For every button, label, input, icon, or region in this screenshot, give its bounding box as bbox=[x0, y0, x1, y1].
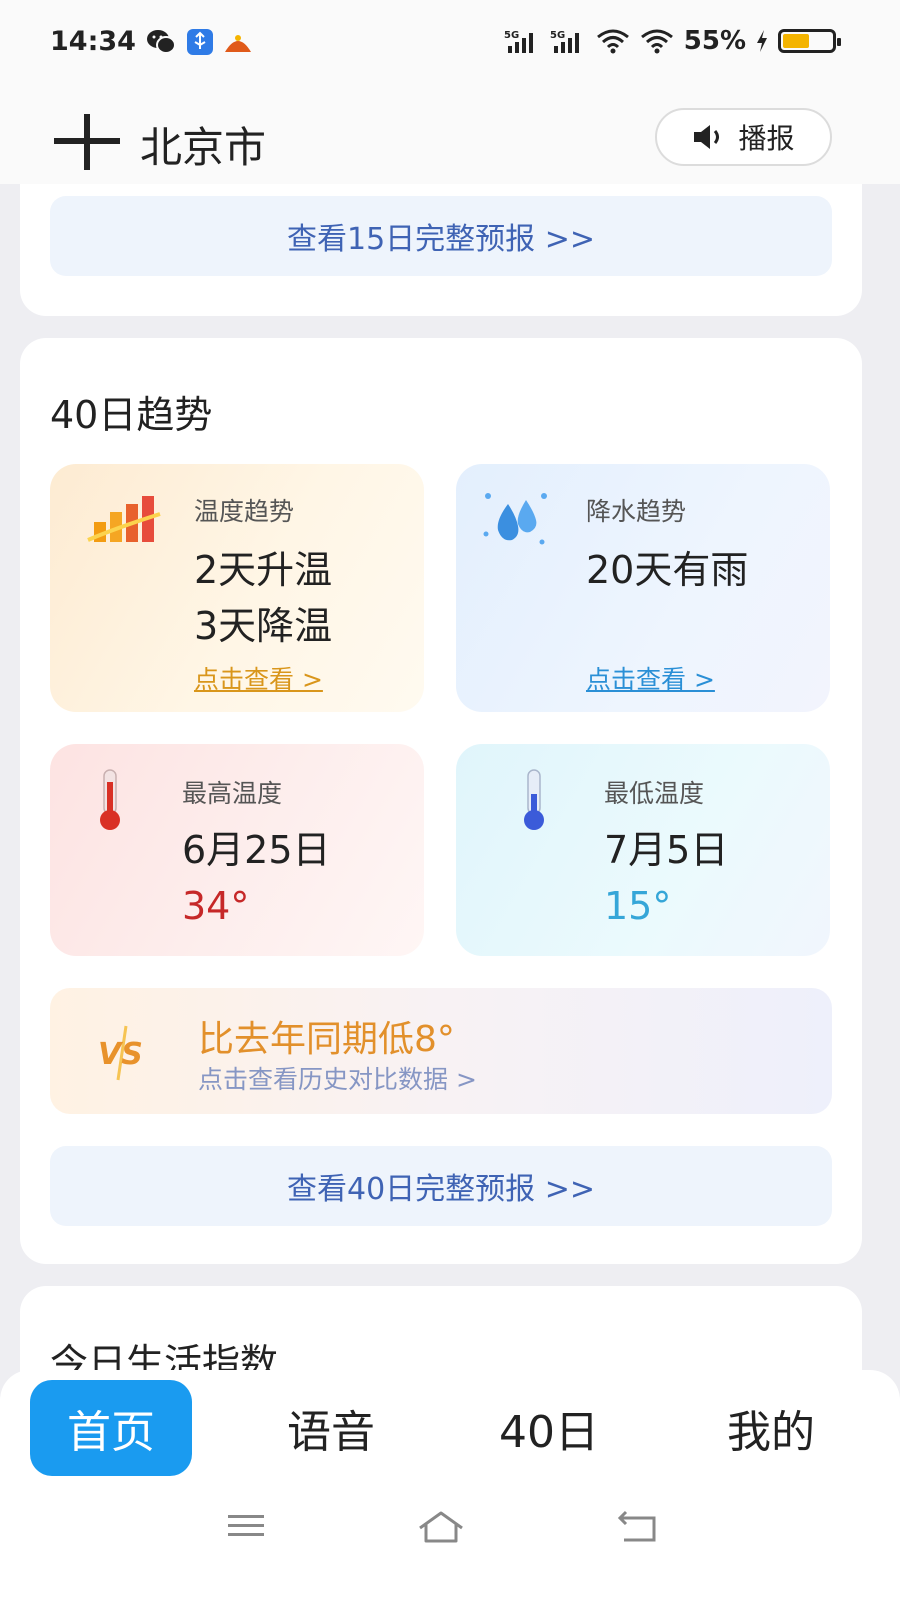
tab-40day[interactable]: 40日 bbox=[468, 1380, 630, 1476]
temp-trend-fall: 3天降温 bbox=[194, 604, 333, 648]
rain-trend-tile[interactable]: 降水趋势 20天有雨 点击查看 > bbox=[456, 464, 830, 712]
tab-mine[interactable]: 我的 bbox=[690, 1380, 852, 1476]
battery-fill bbox=[783, 34, 810, 48]
app-icon bbox=[225, 35, 251, 52]
raindrops-icon bbox=[483, 493, 547, 545]
menu-icon[interactable] bbox=[226, 1510, 266, 1542]
temp-trend-link[interactable]: 点击查看 > bbox=[194, 660, 323, 696]
temp-trend-tile[interactable]: 温度趋势 2天升温 3天降温 点击查看 > bbox=[50, 464, 424, 712]
thermometer-cold-icon bbox=[524, 769, 544, 830]
bar-chart-icon bbox=[87, 496, 161, 542]
min-temp-value: 15° bbox=[604, 884, 672, 928]
trend40-card: 40日趋势 温度趋势 2天升温 3天降温 点击查看 > 降水趋势 20天有雨 点… bbox=[20, 338, 862, 1264]
city-name[interactable]: 北京市 bbox=[140, 114, 266, 175]
max-temp-value: 34° bbox=[182, 884, 250, 928]
status-right-group: 5G 5G 55% bbox=[504, 26, 841, 56]
charging-icon bbox=[757, 30, 767, 52]
svg-text:VS: VS bbox=[98, 1037, 143, 1072]
5g-signal-icon: 5G bbox=[504, 30, 533, 53]
tab-voice[interactable]: 语音 bbox=[250, 1380, 412, 1476]
header: 北京市 播报 bbox=[0, 88, 900, 184]
bottom-nav: 首页 语音 40日 我的 bbox=[0, 1370, 900, 1600]
rain-trend-link[interactable]: 点击查看 > bbox=[586, 660, 715, 696]
compare-banner[interactable]: VS 比去年同期低8° 点击查看历史对比数据 > bbox=[50, 988, 832, 1114]
wifi-icon bbox=[596, 29, 629, 54]
temp-trend-rise: 2天升温 bbox=[194, 548, 333, 592]
5g-signal-icon-2: 5G bbox=[550, 30, 579, 53]
battery-percent: 55% bbox=[683, 26, 746, 56]
broadcast-label: 播报 bbox=[738, 122, 795, 155]
rain-trend-label: 降水趋势 bbox=[586, 497, 687, 526]
max-temp-tile[interactable]: 最高温度 6月25日 34° bbox=[50, 744, 424, 956]
wechat-icon bbox=[147, 30, 176, 54]
trend40-title: 40日趋势 bbox=[50, 393, 213, 437]
min-temp-label: 最低温度 bbox=[604, 779, 705, 808]
temp-trend-label: 温度趋势 bbox=[194, 497, 295, 526]
speaker-icon bbox=[694, 125, 720, 149]
battery-icon bbox=[778, 29, 841, 53]
min-temp-tile[interactable]: 最低温度 7月5日 15° bbox=[456, 744, 830, 956]
forecast40-link[interactable]: 查看40日完整预报 >> bbox=[50, 1146, 832, 1226]
forecast15-link[interactable]: 查看15日完整预报 >> bbox=[50, 196, 832, 276]
plus-icon[interactable] bbox=[54, 114, 120, 170]
status-bar: 14:34 5G 5G 55% bbox=[0, 0, 900, 88]
compare-sub: 点击查看历史对比数据 > bbox=[198, 1065, 477, 1094]
back-icon[interactable] bbox=[616, 1510, 660, 1544]
vs-icon: VS bbox=[98, 1025, 143, 1081]
min-temp-date: 7月5日 bbox=[604, 828, 729, 872]
broadcast-button[interactable]: 播报 bbox=[655, 108, 832, 166]
wifi-icon-2 bbox=[640, 29, 673, 54]
rain-trend-value: 20天有雨 bbox=[586, 548, 749, 592]
usb-icon bbox=[187, 29, 213, 55]
status-time: 14:34 bbox=[50, 26, 136, 57]
home-icon[interactable] bbox=[416, 1510, 466, 1544]
svg-text:5G: 5G bbox=[504, 30, 519, 41]
svg-text:5G: 5G bbox=[550, 30, 565, 41]
max-temp-date: 6月25日 bbox=[182, 828, 331, 872]
tab-home[interactable]: 首页 bbox=[30, 1380, 192, 1476]
compare-main: 比去年同期低8° bbox=[198, 1019, 455, 1060]
thermometer-hot-icon bbox=[100, 769, 120, 830]
max-temp-label: 最高温度 bbox=[182, 779, 283, 808]
